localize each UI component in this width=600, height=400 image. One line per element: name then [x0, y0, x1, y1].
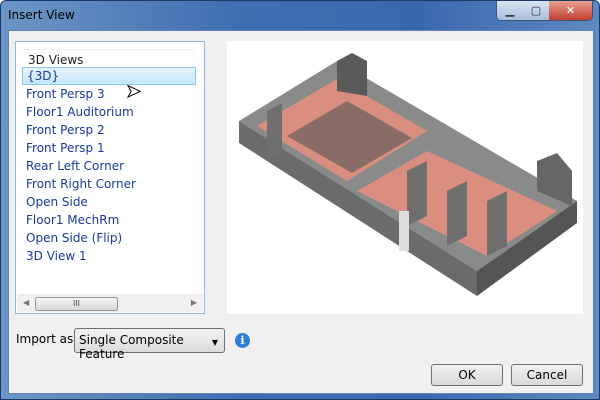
list-group-header: 3D Views [22, 49, 194, 67]
dialog-body: 3D Views {3D} Front Persp 3 Floor1 Auditor… [8, 30, 594, 394]
mouse-pointer-icon: ➤ [125, 81, 142, 103]
horizontal-scrollbar[interactable]: ◀ III ▶ [17, 294, 203, 312]
ok-button[interactable]: OK [431, 364, 503, 386]
import-as-label: Import as [16, 332, 74, 346]
list-item[interactable]: Open Side [22, 193, 196, 211]
window-title: Insert View [8, 8, 75, 22]
list-item[interactable]: 3D View 1 [22, 247, 196, 265]
insert-view-dialog: Insert View ▁ ▢ ✕ 3D Views {3D} Front Per… [0, 0, 600, 400]
minimize-button[interactable]: ▁ [497, 1, 523, 20]
window-controls: ▁ ▢ ✕ [496, 1, 593, 21]
chevron-down-icon: ▼ [211, 338, 218, 347]
scroll-left-icon[interactable]: ◀ [23, 298, 29, 307]
list-item[interactable]: Front Persp 2 [22, 121, 196, 139]
list-item[interactable]: Front Persp 1 [22, 139, 196, 157]
view-preview-image [227, 41, 583, 314]
views-list[interactable]: 3D Views {3D} Front Persp 3 Floor1 Auditor… [15, 41, 205, 314]
cancel-button[interactable]: Cancel [511, 364, 583, 386]
list-item[interactable]: Rear Left Corner [22, 157, 196, 175]
list-item[interactable]: Open Side (Flip) [22, 229, 196, 247]
close-button[interactable]: ✕ [549, 1, 592, 20]
maximize-button[interactable]: ▢ [523, 1, 549, 20]
info-icon[interactable]: i [235, 333, 250, 348]
scroll-thumb[interactable]: III [35, 297, 118, 311]
import-as-dropdown[interactable]: Single Composite Feature ▼ [74, 328, 225, 361]
list-item[interactable]: Floor1 MechRm [22, 211, 196, 229]
list-item[interactable]: Floor1 Auditorium [22, 103, 196, 121]
list-item[interactable]: {3D} [22, 67, 196, 85]
import-as-value: Single Composite Feature [79, 333, 184, 361]
list-item[interactable]: Front Persp 3 [22, 85, 196, 103]
list-item[interactable]: Front Right Corner [22, 175, 196, 193]
scroll-right-icon[interactable]: ▶ [191, 298, 197, 307]
